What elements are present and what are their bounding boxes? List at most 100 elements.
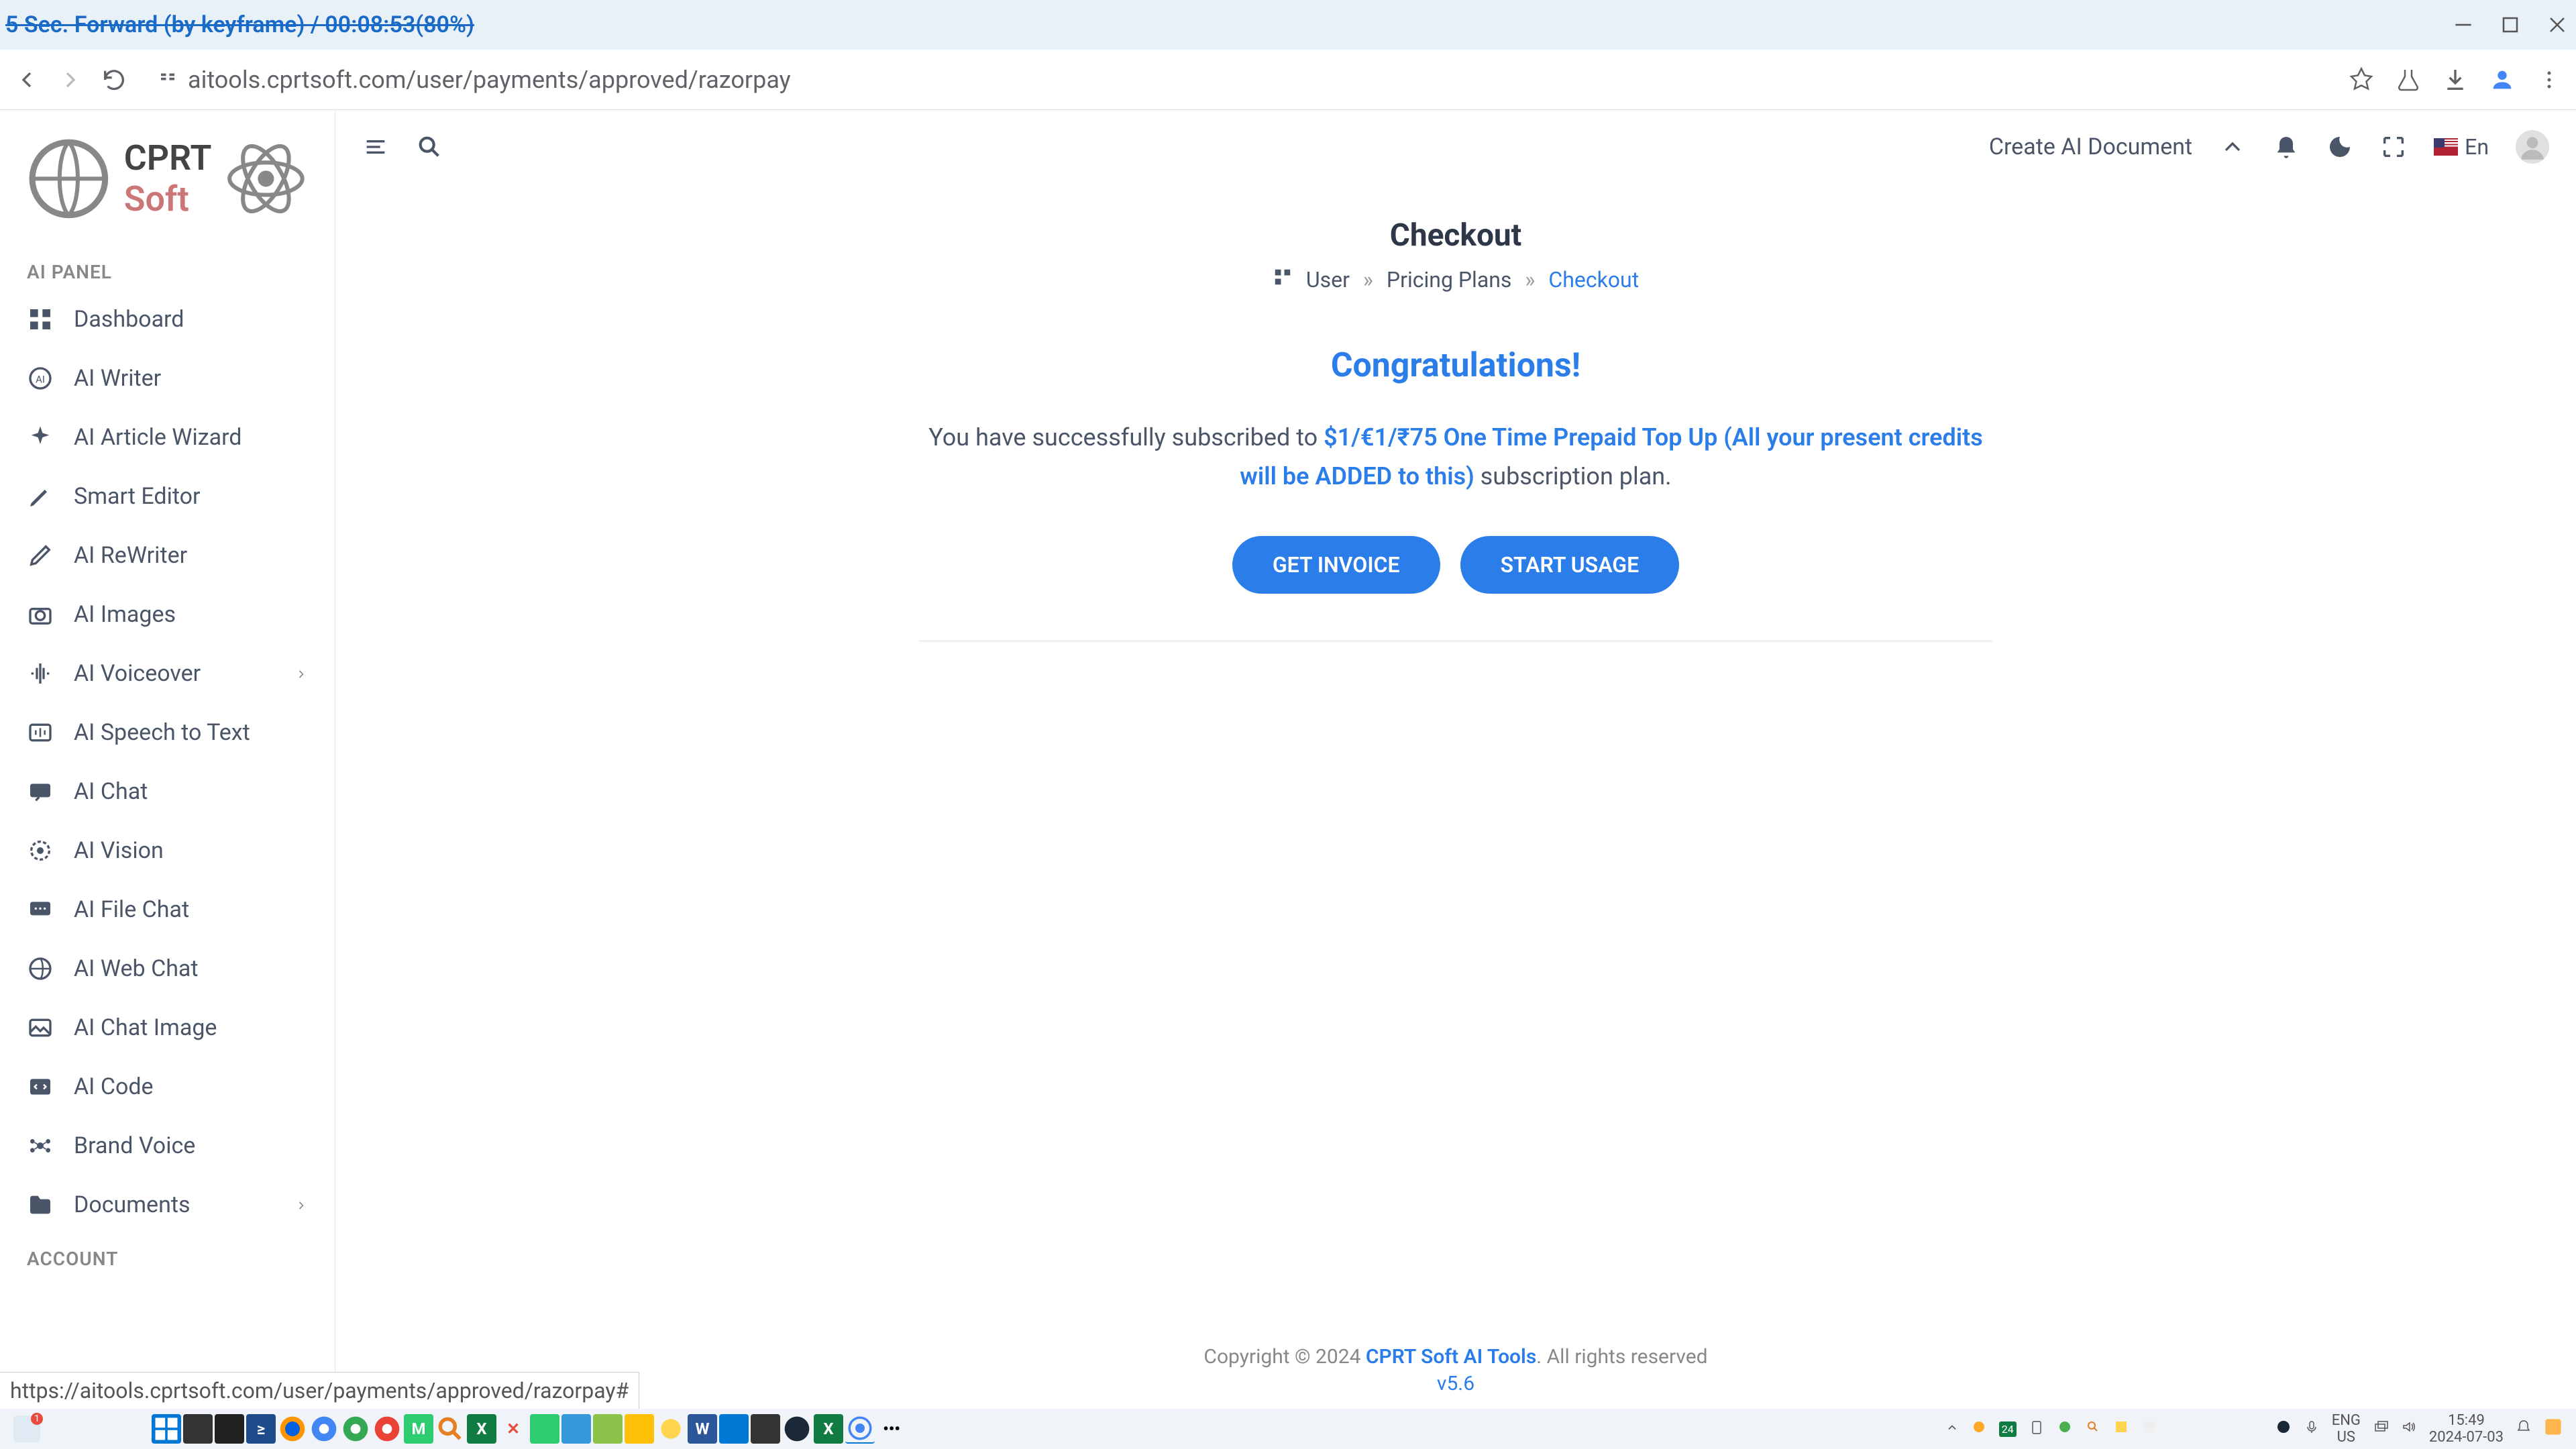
sidebar-item-ai-rewriter[interactable]: AI ReWriter [0, 526, 335, 585]
profile-icon[interactable] [2489, 66, 2516, 93]
reload-button[interactable] [101, 66, 127, 93]
tray-search-icon[interactable] [2085, 1419, 2101, 1439]
address-bar[interactable]: aitools.cprtsoft.com/user/payments/appro… [144, 66, 2331, 94]
chevron-up-icon[interactable] [2219, 133, 2246, 160]
sidebar-item-ai-writer[interactable]: AI AI Writer [0, 349, 335, 408]
forward-button[interactable] [57, 66, 84, 93]
taskbar-tips[interactable] [656, 1414, 686, 1444]
minimize-button[interactable] [2450, 11, 2477, 38]
breadcrumb-user[interactable]: User [1306, 267, 1350, 292]
taskbar-chrome-2[interactable] [341, 1414, 370, 1444]
breadcrumb-pricing[interactable]: Pricing Plans [1387, 267, 1511, 292]
tray-icon[interactable] [2113, 1419, 2129, 1439]
sidebar-label: AI Images [74, 601, 176, 628]
create-document-link[interactable]: Create AI Document [1989, 133, 2192, 160]
menu-icon[interactable] [2536, 66, 2563, 93]
taskbar-steam[interactable] [782, 1414, 812, 1444]
breadcrumb-home-icon[interactable] [1273, 267, 1293, 292]
logo[interactable]: CPRT Soft [0, 123, 335, 248]
taskbar-app-m[interactable]: M [404, 1414, 433, 1444]
sidebar-item-web-chat[interactable]: AI Web Chat [0, 939, 335, 998]
taskbar-explorer[interactable] [625, 1414, 654, 1444]
notifications-icon[interactable] [2273, 133, 2300, 160]
taskbar-notepad[interactable] [561, 1414, 591, 1444]
tray-network-icon[interactable] [2373, 1419, 2389, 1439]
sidebar-label: AI Speech to Text [74, 719, 250, 746]
back-button[interactable] [13, 66, 40, 93]
taskbar-overflow[interactable]: ••• [877, 1414, 906, 1444]
tray-volume-icon[interactable] [2401, 1419, 2417, 1439]
sidebar-item-speech-to-text[interactable]: AI Speech to Text [0, 703, 335, 762]
dark-mode-icon[interactable] [2326, 133, 2353, 160]
start-button[interactable] [152, 1414, 181, 1444]
taskbar-excel[interactable]: X [467, 1414, 496, 1444]
tray-language[interactable]: ENG US [2332, 1412, 2361, 1446]
chevron-right-icon [294, 1191, 308, 1218]
taskbar-app-lime[interactable] [593, 1414, 623, 1444]
downloads-icon[interactable] [2442, 66, 2469, 93]
sidebar-label: AI Writer [74, 365, 161, 392]
sidebar-item-ai-code[interactable]: AI Code [0, 1057, 335, 1116]
taskbar-excel-2[interactable]: X [814, 1414, 843, 1444]
tray-icon[interactable]: 24 [1999, 1421, 2017, 1437]
taskbar-firefox[interactable] [278, 1414, 307, 1444]
maximize-button[interactable] [2497, 11, 2524, 38]
main-area: Create AI Document En Checkout User » Pr… [335, 110, 2576, 1409]
tray-icon[interactable] [1971, 1419, 1987, 1439]
taskbar-chrome[interactable] [309, 1414, 339, 1444]
sidebar-item-ai-vision[interactable]: AI Vision [0, 821, 335, 880]
mic-icon [27, 719, 54, 746]
sidebar-item-documents[interactable]: Documents [0, 1175, 335, 1234]
fullscreen-icon[interactable] [2380, 133, 2407, 160]
tray-battery-icon[interactable] [2029, 1419, 2045, 1439]
taskbar-chrome-3[interactable] [372, 1414, 402, 1444]
language-selector[interactable]: En [2434, 134, 2489, 160]
sidebar-item-chat-image[interactable]: AI Chat Image [0, 998, 335, 1057]
taskbar-search[interactable] [435, 1414, 465, 1444]
breadcrumb: User » Pricing Plans » Checkout [369, 267, 2542, 292]
sidebar-item-ai-images[interactable]: AI Images [0, 585, 335, 644]
labs-icon[interactable] [2395, 66, 2422, 93]
user-avatar[interactable] [2516, 130, 2549, 164]
tray-mic-icon[interactable] [2304, 1419, 2320, 1439]
sidebar-label: AI Chat [74, 778, 148, 805]
site-settings-icon[interactable] [158, 68, 178, 91]
camera-icon [27, 601, 54, 628]
window-titlebar: 5 Sec. Forward (by keyframe) / 00:08:53(… [0, 0, 2576, 50]
taskbar-app[interactable] [183, 1414, 213, 1444]
taskbar-app-dark[interactable] [751, 1414, 780, 1444]
taskbar-app-green[interactable] [530, 1414, 559, 1444]
pen-icon [27, 483, 54, 510]
close-button[interactable] [2544, 11, 2571, 38]
taskbar-chromium-active[interactable] [845, 1414, 875, 1444]
globe-logo-icon [20, 130, 117, 227]
tray-clock[interactable]: 15:49 2024-07-03 [2429, 1412, 2504, 1446]
start-usage-button[interactable]: START USAGE [1460, 536, 1680, 594]
sidebar-item-article-wizard[interactable]: AI Article Wizard [0, 408, 335, 467]
taskbar-calendar[interactable] [719, 1414, 749, 1444]
tray-steam-icon[interactable] [2275, 1419, 2292, 1439]
tray-icon[interactable] [2057, 1419, 2073, 1439]
footer-brand-link[interactable]: CPRT Soft AI Tools [1366, 1345, 1536, 1368]
sidebar-item-ai-chat[interactable]: AI Chat [0, 762, 335, 821]
taskbar-powershell[interactable]: ≥ [246, 1414, 276, 1444]
sidebar-item-brand-voice[interactable]: Brand Voice [0, 1116, 335, 1175]
taskbar-close-app[interactable]: ✕ [498, 1414, 528, 1444]
tray-app-icon[interactable] [2544, 1417, 2563, 1440]
sidebar-item-dashboard[interactable]: Dashboard [0, 290, 335, 349]
tray-icon[interactable] [2141, 1419, 2157, 1439]
taskbar-terminal[interactable] [215, 1414, 244, 1444]
get-invoice-button[interactable]: GET INVOICE [1232, 536, 1440, 594]
bookmark-icon[interactable] [2348, 66, 2375, 93]
tray-notifications-icon[interactable] [2516, 1419, 2532, 1439]
sidebar-item-ai-voiceover[interactable]: AI Voiceover [0, 644, 335, 703]
weather-widget[interactable] [13, 1415, 40, 1442]
sidebar-item-smart-editor[interactable]: Smart Editor [0, 467, 335, 526]
code-icon [27, 1073, 54, 1100]
tray-chevron-icon[interactable] [1945, 1419, 1959, 1438]
taskbar-word[interactable]: W [688, 1414, 717, 1444]
sidebar-item-file-chat[interactable]: AI File Chat [0, 880, 335, 939]
search-button[interactable] [416, 133, 443, 160]
status-bar-url: https://aitools.cprtsoft.com/user/paymen… [0, 1372, 639, 1409]
menu-toggle-button[interactable] [362, 133, 389, 160]
